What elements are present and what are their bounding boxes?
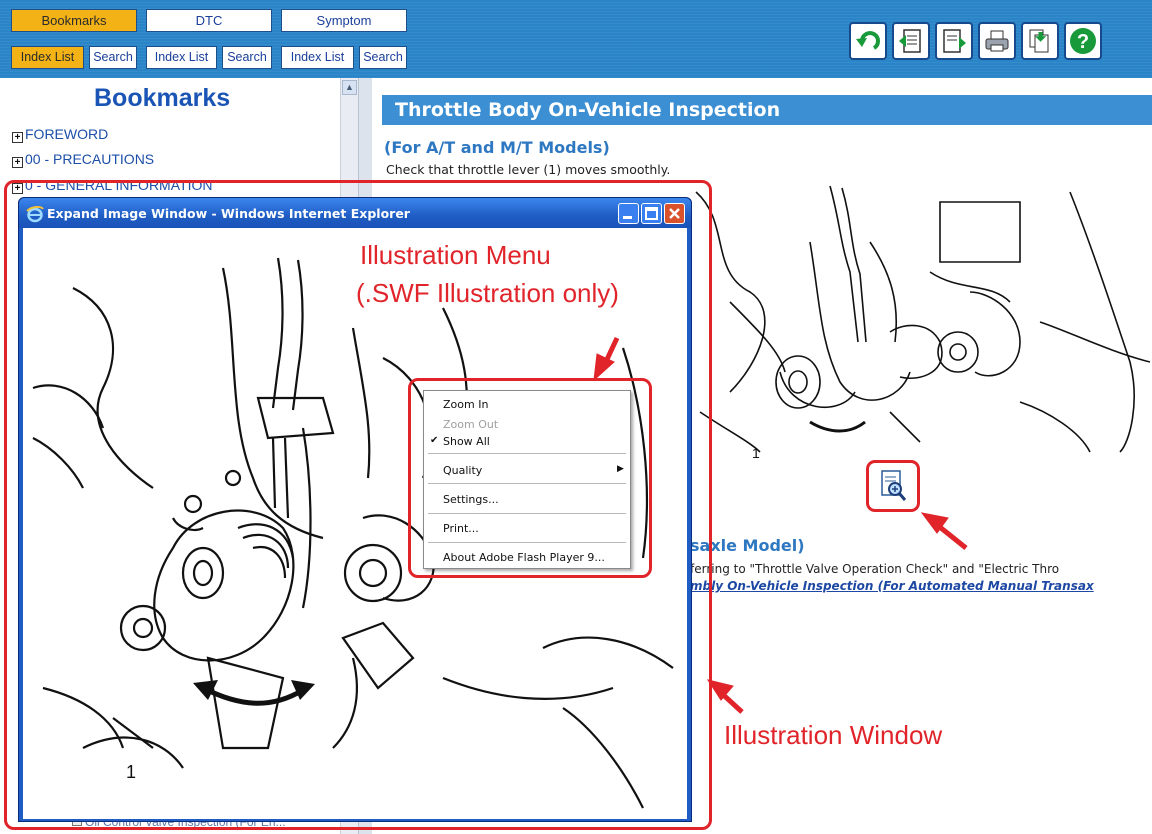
zoom-document-icon — [881, 470, 907, 501]
expand-icon[interactable]: + — [12, 157, 23, 168]
section-title: Throttle Body On-Vehicle Inspection — [395, 99, 781, 121]
bookmarks-title: Bookmarks — [94, 84, 231, 112]
menu-item-show-all[interactable]: Show All — [443, 435, 490, 448]
top-toolbar: Bookmarks DTC Symptom Index List Search … — [0, 0, 1152, 78]
tree-item-foreword[interactable]: + FOREWORD — [12, 126, 108, 143]
illustration-menu-sublabel: (.SWF Illustration only) — [356, 278, 619, 308]
dtc-search-button[interactable]: Search — [222, 46, 272, 69]
symptom-index-list-button[interactable]: Index List — [281, 46, 354, 69]
copy-icon[interactable] — [1021, 22, 1059, 60]
tab-bookmarks[interactable]: Bookmarks — [11, 9, 137, 32]
svg-text:?: ? — [1077, 31, 1089, 53]
bookmarks-search-button[interactable]: Search — [89, 46, 137, 69]
illustration-label-small: 1 — [752, 445, 760, 461]
tab-dtc[interactable]: DTC — [146, 9, 272, 32]
check-instruction: Check that throttle lever (1) moves smoo… — [386, 162, 671, 177]
illustration-menu-label: Illustration Menu — [360, 240, 551, 270]
menu-item-print[interactable]: Print... — [443, 522, 479, 535]
sub-heading: (For A/T and M/T Models) — [384, 138, 610, 157]
checkmark-icon: ✔ — [430, 435, 439, 446]
menu-item-zoom-in[interactable]: Zoom In — [443, 398, 488, 411]
submenu-arrow-icon: ▶ — [617, 464, 624, 474]
document-prev-icon[interactable] — [892, 22, 930, 60]
menu-item-about-flash[interactable]: About Adobe Flash Player 9... — [443, 551, 605, 564]
print-icon[interactable] — [978, 22, 1016, 60]
throttle-illustration-small: 1 — [695, 185, 1151, 461]
menu-item-settings[interactable]: Settings... — [443, 493, 499, 506]
tab-symptom[interactable]: Symptom — [281, 9, 407, 32]
menu-item-quality[interactable]: Quality — [443, 464, 482, 477]
symptom-search-button[interactable]: Search — [359, 46, 407, 69]
back-icon[interactable] — [849, 22, 887, 60]
illustration-context-menu: Zoom In Zoom Out ✔ Show All Quality ▶ Se… — [423, 390, 631, 569]
help-icon[interactable]: ? — [1064, 22, 1102, 60]
illustration-window-label: Illustration Window — [724, 720, 943, 750]
menu-separator — [428, 513, 626, 514]
menu-separator — [428, 483, 626, 484]
dtc-index-list-button[interactable]: Index List — [146, 46, 217, 69]
menu-separator — [428, 453, 626, 454]
tree-item-precautions[interactable]: +00 - PRECAUTIONS — [12, 151, 154, 168]
bookmarks-index-list-button[interactable]: Index List — [11, 46, 84, 69]
reference-text: ferring to "Throttle Valve Operation Che… — [690, 562, 1060, 576]
document-next-icon[interactable] — [935, 22, 973, 60]
scroll-up-icon[interactable]: ▲ — [342, 80, 357, 95]
menu-separator — [428, 542, 626, 543]
expand-image-button[interactable] — [866, 460, 920, 512]
menu-item-zoom-out: Zoom Out — [443, 418, 499, 431]
reference-link[interactable]: mbly On-Vehicle Inspection (For Automate… — [690, 579, 1094, 593]
expand-icon[interactable]: + — [12, 132, 23, 143]
